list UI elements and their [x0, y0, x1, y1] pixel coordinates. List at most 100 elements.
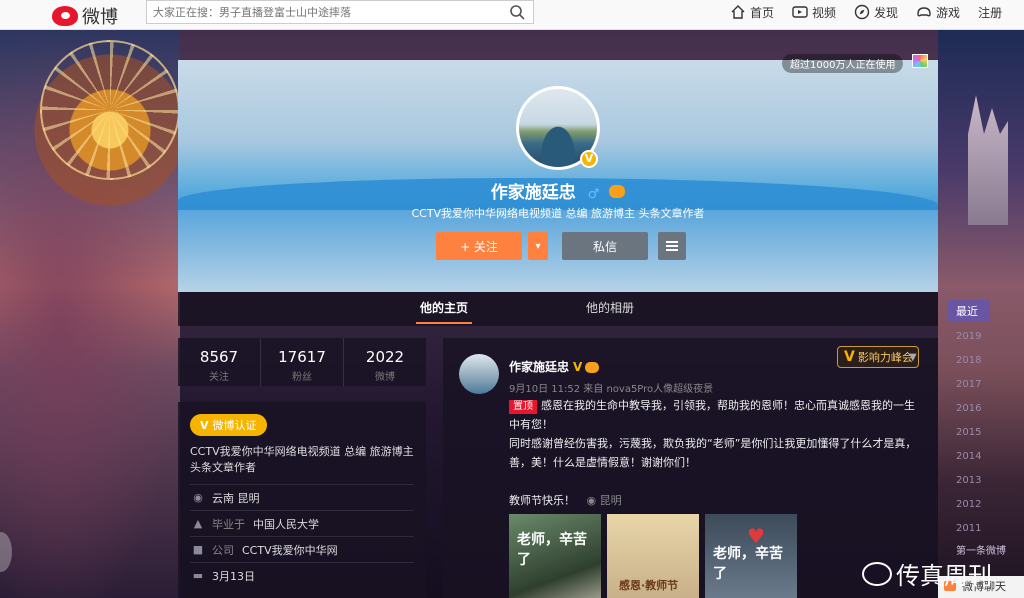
stat-following-label: 关注	[209, 372, 229, 383]
post-image[interactable]: ♥ 老师，辛苦了	[705, 514, 797, 598]
watermark-logo-icon	[862, 561, 892, 586]
profile-name: 作家施廷忠	[490, 183, 576, 203]
post-image-caption: 老师，辛苦了	[713, 546, 783, 582]
summit-v-icon: V	[844, 349, 855, 365]
company-prefix: 公司	[212, 543, 234, 557]
profile-info-card: V 微博认证 CCTV我爱你中华网络电视频道 总编 旅游博主 头条文章作者 ◉ 云…	[178, 402, 426, 598]
menu-icon[interactable]	[658, 232, 686, 260]
info-company: ■ 公司 CCTV我爱你中华网	[190, 536, 414, 562]
post-image[interactable]: 感恩·教师节	[607, 514, 699, 598]
stat-posts[interactable]: 2022 微博	[344, 338, 426, 386]
watermark: 传真周刊	[862, 556, 992, 591]
stat-following[interactable]: 8567 关注	[178, 338, 261, 386]
stat-posts-count: 2022	[365, 348, 405, 366]
member-level-icon[interactable]	[609, 185, 626, 198]
watermark-text: 传真周刊	[896, 562, 992, 590]
location-pin-icon: ◉	[193, 490, 203, 504]
timeline-recent[interactable]: 最近	[948, 300, 990, 322]
briefcase-icon: ■	[192, 542, 204, 556]
post-verified-icon: V	[573, 360, 583, 374]
timeline-year[interactable]: 2013	[948, 472, 1024, 490]
weibo-logo-icon	[52, 6, 78, 26]
video-icon	[792, 6, 808, 18]
stat-following-count: 8567	[199, 348, 239, 366]
post-author-row: 作家施廷忠 V	[509, 358, 600, 375]
top-navigation-bar: 微博 首页 视频 发现 游戏 注册	[0, 0, 1024, 30]
nav-register[interactable]: 注册	[978, 4, 1002, 21]
graduation-cap-icon: ▲	[193, 516, 203, 530]
top-nav: 首页 视频 发现 游戏 注册	[730, 0, 1002, 24]
timeline-first-post[interactable]: 第一条微博	[948, 542, 1024, 557]
pinned-badge: 置顶	[509, 400, 537, 414]
influence-summit-badge[interactable]: V 影响力峰会	[837, 346, 919, 368]
info-birthday: ▬ 3月13日	[190, 562, 414, 588]
post-image-caption: 感恩·教师节	[619, 579, 679, 592]
post-options-chevron-icon[interactable]: ▼	[909, 352, 917, 363]
tab-home[interactable]: 他的主页	[378, 292, 510, 326]
post-tail: 教师节快乐！ ◉ 昆明	[509, 492, 622, 508]
school-link[interactable]: 中国人民大学	[253, 516, 319, 532]
nav-video[interactable]: 视频	[792, 4, 836, 21]
location-text: 云南 昆明	[212, 491, 260, 505]
info-location: ◉ 云南 昆明	[190, 484, 414, 510]
post-meta[interactable]: 9月10日 11:52 来自 nova5Pro人像超级夜景	[509, 380, 713, 395]
nav-game-label: 游戏	[936, 5, 961, 20]
timeline-year[interactable]: 2019	[948, 328, 1024, 346]
timeline-year[interactable]: 2016	[948, 400, 1024, 418]
nav-video-label: 视频	[812, 5, 837, 20]
heart-icon: ♥	[747, 524, 765, 548]
post-tail-text: 教师节快乐！	[509, 494, 575, 507]
logo-text: 微博	[82, 7, 118, 28]
timeline-year[interactable]: 2011	[948, 520, 1024, 538]
timeline-year[interactable]: 2017	[948, 376, 1024, 394]
follow-dropdown-button[interactable]: ▾	[528, 232, 548, 260]
compass-icon	[854, 4, 870, 20]
nav-register-label: 注册	[978, 5, 1003, 20]
post-images: 老师，辛苦了 感恩·教师节 ♥ 老师，辛苦了	[509, 514, 797, 598]
weibo-verified-badge[interactable]: V 微博认证	[190, 414, 267, 436]
timeline-year[interactable]: 2014	[948, 448, 1024, 466]
post-text-2: 同时感谢曾经伤害我，污蔑我，欺负我的“老师”是你们让我更加懂得了什么才是真，善，…	[509, 437, 917, 469]
home-icon	[731, 5, 745, 19]
profile-bio: CCTV我爱你中华网络电视频道 总编 旅游博主 头条文章作者	[411, 207, 705, 220]
post-location[interactable]: ◉ 昆明	[587, 494, 622, 507]
post-author-name[interactable]: 作家施廷忠	[509, 360, 569, 374]
profile-tabs: 他的主页 他的相册	[178, 292, 938, 326]
stat-posts-label: 微博	[375, 372, 395, 383]
timeline-year[interactable]: 2018	[948, 352, 1024, 370]
stat-followers[interactable]: 17617 粉丝	[261, 338, 344, 386]
male-gender-icon: ♂	[587, 187, 600, 202]
timeline-year[interactable]: 2015	[948, 424, 1024, 442]
profile-cover: V 作家施廷忠 ♂ CCTV我爱你中华网络电视频道 总编 旅游博主 头条文章作者…	[178, 60, 938, 292]
company-link[interactable]: CCTV我爱你中华网	[242, 542, 338, 558]
post-image[interactable]: 老师，辛苦了	[509, 514, 601, 598]
search-icon[interactable]	[509, 4, 525, 20]
post-text-1: 感恩在我的生命中教导我，引领我，帮助我的恩师！忠心而真诚感恩我的一生中有您！	[509, 399, 915, 431]
year-timeline: 最近 2019 2018 2017 2016 2015 2014 2013 20…	[948, 300, 1024, 557]
info-school: ▲ 毕业于 中国人民大学	[190, 510, 414, 536]
tab-album[interactable]: 他的相册	[510, 292, 710, 326]
nav-discover[interactable]: 发现	[854, 4, 898, 21]
nav-discover-label: 发现	[874, 5, 899, 20]
search-input[interactable]	[147, 1, 497, 23]
school-prefix: 毕业于	[212, 517, 245, 531]
stat-followers-label: 粉丝	[292, 372, 312, 383]
weibo-logo[interactable]: 微博	[52, 3, 118, 29]
weibo-verified-label: 微博认证	[212, 419, 257, 432]
nav-home[interactable]: 首页	[730, 4, 774, 21]
timeline-year[interactable]: 2012	[948, 496, 1024, 514]
active-tab-indicator	[416, 322, 472, 324]
cake-icon: ▬	[192, 568, 204, 582]
stat-followers-count: 17617	[278, 348, 326, 366]
message-button[interactable]: 私信	[562, 232, 648, 260]
post-image-caption: 老师，辛苦了	[517, 532, 587, 568]
follow-button[interactable]: + 关注	[436, 232, 522, 260]
skin-palette-icon[interactable]	[912, 54, 928, 68]
post-member-icon	[585, 362, 600, 373]
nav-game[interactable]: 游戏	[916, 4, 960, 21]
gamepad-icon	[917, 7, 931, 17]
post-author-avatar[interactable]	[459, 354, 499, 394]
verified-v-icon: V	[200, 419, 209, 432]
verified-description: CCTV我爱你中华网络电视频道 总编 旅游博主 头条文章作者	[190, 445, 414, 474]
post-location-text: 昆明	[599, 494, 622, 507]
